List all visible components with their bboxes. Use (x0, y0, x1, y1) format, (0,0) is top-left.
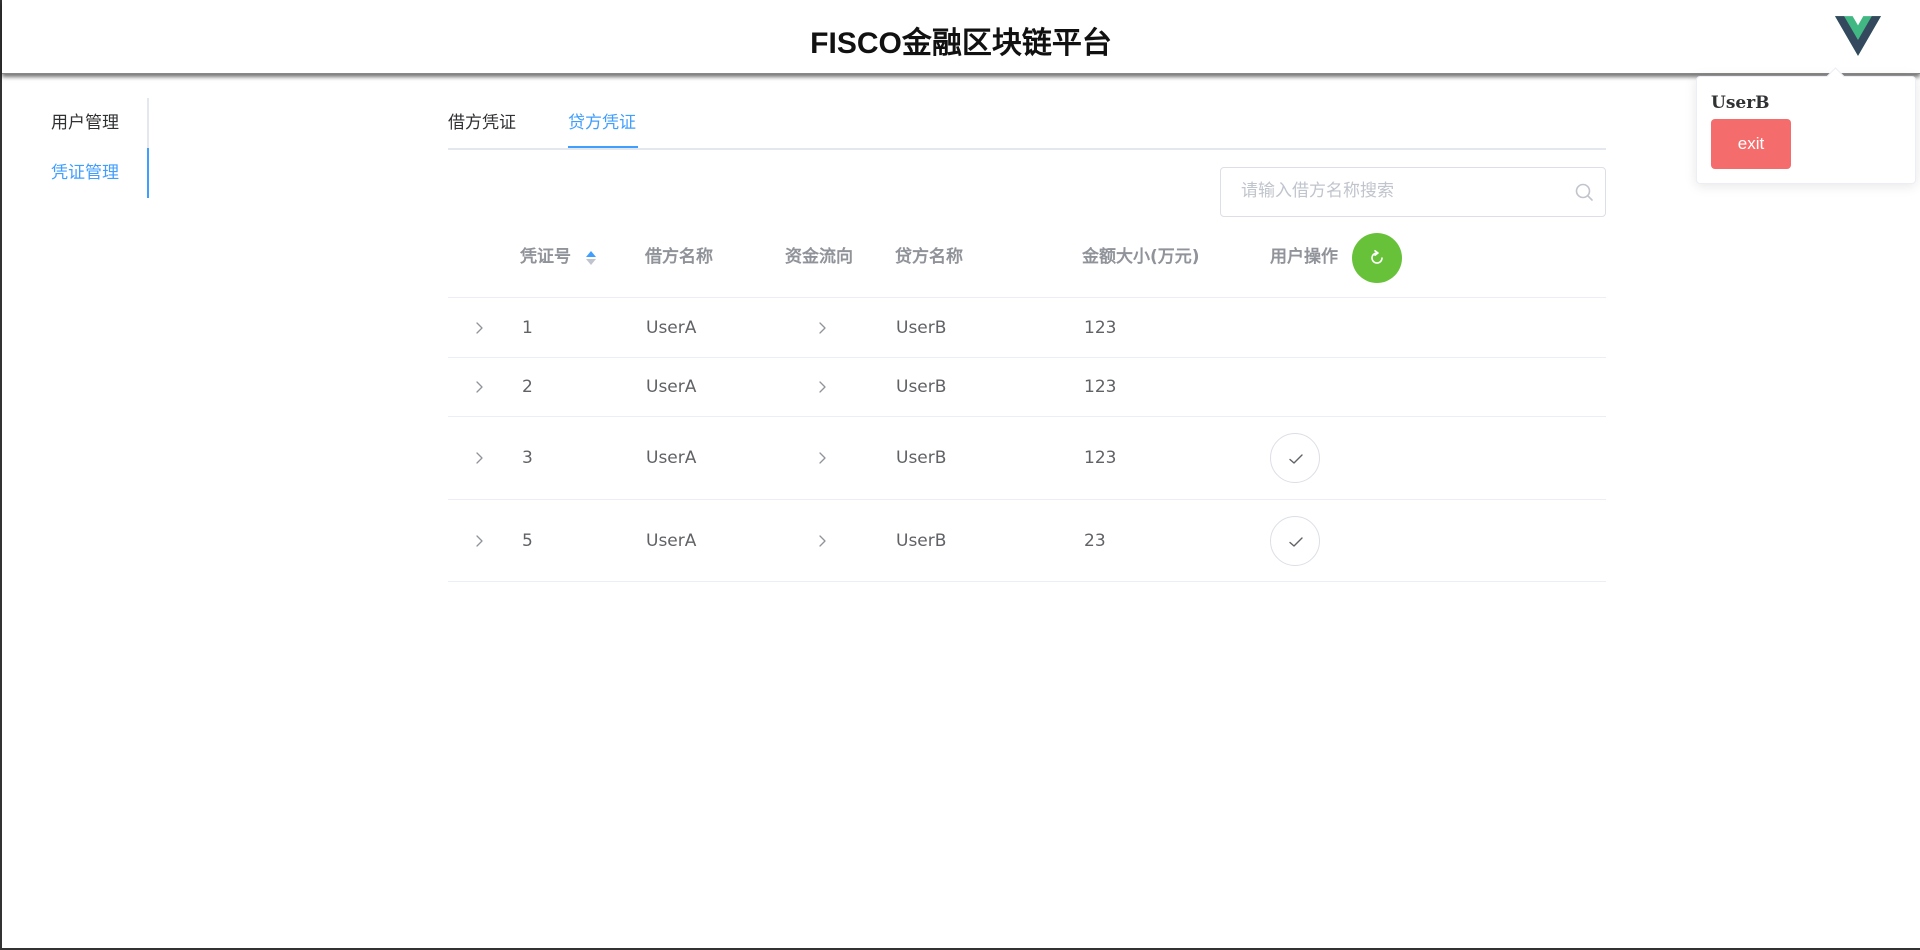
confirm-button[interactable] (1270, 433, 1320, 483)
column-header-creditor: 贷方名称 (895, 247, 963, 267)
cell-actions (1270, 417, 1320, 499)
chevron-right-icon[interactable] (472, 534, 486, 548)
search-input[interactable] (1222, 169, 1581, 213)
column-header-fund-flow: 资金流向 (785, 247, 853, 267)
tab-credit-voucher[interactable]: 贷方凭证 (568, 98, 636, 148)
refresh-button[interactable] (1352, 233, 1402, 283)
search-box (1220, 167, 1606, 217)
sidebar-item-user-management[interactable]: 用户管理 (30, 98, 147, 148)
cell-fund-flow (815, 417, 829, 499)
column-header-actions: 用户操作 (1270, 247, 1338, 267)
sidebar-menu: 用户管理 凭证管理 (30, 98, 149, 198)
cell-voucher-id: 5 (522, 530, 533, 551)
table-header: 凭证号 借方名称 资金流向 贷方名称 金额大小(万元) 用户操作 (448, 227, 1606, 298)
cell-debtor: UserA (646, 530, 697, 551)
cell-fund-flow (815, 358, 829, 416)
cell-fund-flow (815, 298, 829, 357)
cell-amount: 123 (1084, 317, 1117, 338)
voucher-table: 凭证号 借方名称 资金流向 贷方名称 金额大小(万元) 用户操作 1 UserA U… (448, 227, 1606, 582)
user-popover: UserB exit (1696, 76, 1916, 184)
cell-voucher-id: 1 (522, 317, 533, 338)
sidebar-item-voucher-management[interactable]: 凭证管理 (30, 148, 149, 198)
table-body: 1 UserA UserB 123 2 UserA UserB 123 3 UserA UserB 1… (448, 298, 1606, 582)
top-header: FISCO金融区块链平台 (2, 0, 1920, 74)
page-title: FISCO金融区块链平台 (810, 27, 1112, 60)
table-row: 3 UserA UserB 123 (448, 417, 1606, 500)
cell-creditor: UserB (896, 448, 947, 468)
cell-creditor: UserB (896, 317, 947, 338)
tab-debit-voucher[interactable]: 借方凭证 (448, 98, 516, 148)
column-header-debtor: 借方名称 (645, 247, 713, 267)
cell-fund-flow (815, 500, 829, 581)
exit-button[interactable]: exit (1711, 119, 1791, 169)
chevron-right-icon[interactable] (472, 451, 486, 465)
chevron-right-icon[interactable] (472, 321, 486, 335)
column-header-voucher-id[interactable]: 凭证号 (520, 227, 596, 297)
arrow-right-icon (819, 452, 826, 464)
cell-debtor: UserA (646, 448, 697, 468)
cell-voucher-id: 2 (522, 377, 533, 397)
cell-creditor: UserB (896, 377, 947, 397)
arrow-right-icon (819, 321, 826, 334)
column-header-amount: 金额大小(万元) (1082, 247, 1200, 267)
confirm-button[interactable] (1270, 515, 1320, 566)
sort-caret-icon[interactable] (584, 249, 598, 267)
cell-creditor: UserB (896, 530, 947, 551)
cell-amount: 123 (1084, 448, 1117, 468)
cell-amount: 123 (1084, 377, 1117, 397)
cell-debtor: UserA (646, 317, 697, 338)
cell-debtor: UserA (646, 377, 697, 397)
arrow-right-icon (819, 381, 826, 393)
current-username: UserB (1711, 93, 1770, 113)
voucher-tabs: 借方凭证 贷方凭证 (448, 98, 1606, 150)
refresh-icon (1371, 250, 1383, 264)
cell-amount: 23 (1084, 530, 1106, 551)
table-row: 1 UserA UserB 123 (448, 298, 1606, 358)
cell-voucher-id: 3 (522, 448, 533, 468)
cell-actions (1270, 500, 1320, 581)
check-icon (1289, 454, 1303, 464)
vue-logo-icon[interactable] (1835, 16, 1881, 56)
active-tab-indicator (568, 146, 638, 148)
table-row: 2 UserA UserB 123 (448, 358, 1606, 417)
table-row: 5 UserA UserB 23 (448, 500, 1606, 582)
arrow-right-icon (819, 534, 826, 547)
window-frame-left (0, 0, 2, 950)
search-icon[interactable] (1574, 182, 1594, 202)
chevron-right-icon[interactable] (472, 380, 486, 394)
check-icon (1289, 536, 1303, 547)
